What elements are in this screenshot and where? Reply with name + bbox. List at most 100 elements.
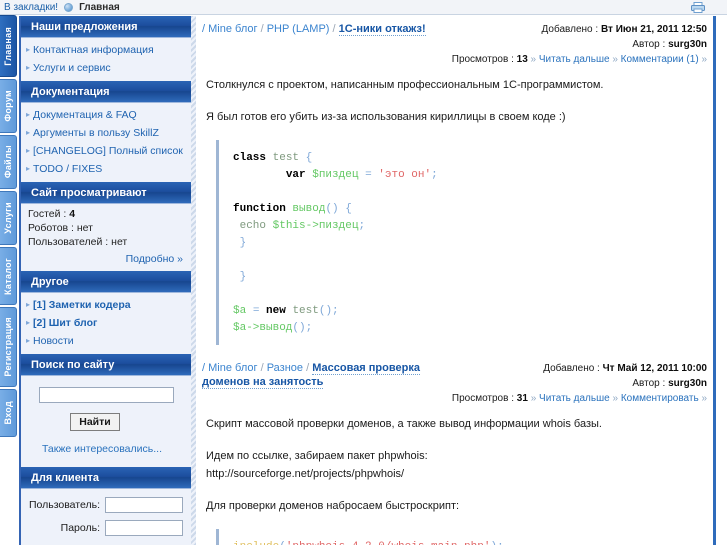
post-paragraph: Скрипт массовой проверки доменов, а такж… [206,418,602,430]
read-more-link[interactable]: Читать дальше [539,54,610,65]
vertical-tab-strip: Главная Форум Файлы Услуги Каталог Регис… [0,15,17,545]
sidebar-item-dokumentaciya-faq[interactable]: ▸ Документация & FAQ [21,106,191,124]
sidebar-item-novosti[interactable]: ▸ Новости [21,332,191,350]
meta-author-value: surg30n [668,39,707,50]
main-content: / Mine блог / PHP (LAMP) / 1С-ники откаж… [196,16,717,545]
stat-value: 4 [69,208,76,220]
panel-poisk-po-sajtu: Поиск по сайту Найти Также интересовалис… [21,354,191,467]
post-body: Столкнулся с проектом, написанным профес… [202,67,707,345]
panel-body: Пользователь: Пароль: [21,489,191,542]
sidebar-item-shit-blog[interactable]: ▸ [2] Шит блог [21,314,191,332]
vtab-glavnaya[interactable]: Главная [0,15,17,77]
bullet-icon: ▸ [26,146,31,155]
sidebar-item-uslugi-i-servis[interactable]: ▸ Услуги и сервис [21,59,191,77]
meta-author-label: Автор : [632,39,666,50]
vtab-fajly[interactable]: Файлы [0,135,17,189]
panel-title: Другое [21,271,191,293]
breadcrumb-category[interactable]: Разное [267,362,303,374]
meta-views-label: Просмотров : [451,54,514,65]
read-more-link[interactable]: Читать дальше [539,393,610,404]
breadcrumb: / Mine блог / Разное / Массовая проверка… [202,361,452,389]
bookmark-link[interactable]: В закладки! [4,2,58,13]
podrobno-link[interactable]: Подробно » [21,249,191,267]
meta-views-value: 31 [516,393,528,404]
search-box [21,379,191,407]
meta-views-row: Просмотров : 13 » Читать дальше » Коммен… [452,52,707,67]
sidebar-item-todo-fixes[interactable]: ▸ TODO / FIXES [21,160,191,178]
sidebar-item-zametki-kodera[interactable]: ▸ [1] Заметки кодера [21,296,191,314]
vtab-label: Регистрация [3,317,13,377]
panel-title: Документация [21,81,191,103]
bullet-icon: ▸ [26,300,31,309]
meta-author-row: Автор : surg30n [452,37,707,52]
also-interested-link[interactable]: Также интересовались... [21,435,191,463]
meta-added-label: Добавлено : [543,363,600,374]
breadcrumb-sep: / [332,23,336,35]
post-paragraph: Идем по ссылке, забираем пакет phpwhois:… [206,450,428,480]
sidebar-item-label: TODO / FIXES [33,163,103,175]
panel-sajt-prosmatrivayut: Сайт просматривают Гостей : 4 Роботов : … [21,182,191,271]
meta-sep: » [530,54,537,65]
home-link[interactable]: Главная [79,2,120,13]
sidebar-item-label: Услуги и сервис [33,62,111,74]
sidebar-item-label: [2] Шит блог [33,317,98,329]
breadcrumb-sep: / [260,362,264,374]
stat-value: нет [76,222,93,234]
bullet-icon: ▸ [26,318,31,327]
meta-views-row: Просмотров : 31 » Читать дальше » Коммен… [452,391,707,406]
breadcrumb-sep: / [306,362,310,374]
vtab-registraciya[interactable]: Регистрация [0,307,17,387]
meta-added-value: Чт Май 12, 2011 10:00 [602,363,707,374]
panel-title: Наши предложения [21,16,191,38]
panel-drugoe: Другое ▸ [1] Заметки кодера ▸ [2] Шит бл… [21,271,191,354]
sidebar-item-kontaktnaya-informaciya[interactable]: ▸ Контактная информация [21,41,191,59]
sidebar-item-label: [CHANGELOG] Полный список [33,145,183,157]
printer-icon[interactable] [691,2,705,13]
stat-label: Пользователей : [28,236,109,248]
vtab-uslugi[interactable]: Услуги [0,191,17,245]
meta-added-row: Добавлено : Чт Май 12, 2011 10:00 [452,361,707,376]
sidebar-item-label: Контактная информация [33,44,154,56]
post-meta: Добавлено : Чт Май 12, 2011 10:00 Автор … [452,361,707,406]
panel-dokumentaciya: Документация ▸ Документация & FAQ ▸ Аргу… [21,81,191,182]
search-input[interactable] [38,387,174,403]
post-paragraph: Я был готов его убить из-за использовани… [206,111,566,123]
password-field[interactable] [105,520,183,536]
breadcrumb-category[interactable]: PHP (LAMP) [267,23,330,35]
post-item: / Mine блог / Разное / Массовая проверка… [196,355,717,545]
search-submit-button[interactable]: Найти [70,413,120,431]
comments-link[interactable]: Комментировать [621,393,699,404]
bullet-icon: ▸ [26,164,31,173]
username-label: Пользователь: [28,499,100,511]
panel-body: ▸ [1] Заметки кодера ▸ [2] Шит блог ▸ Но… [21,293,191,354]
breadcrumb-current[interactable]: 1С-ники откажз! [338,23,426,36]
sidebar-item-label: Аргументы в пользу SkillZ [33,127,159,139]
password-row: Пароль: [21,515,191,538]
panel-nashi-predlozheniya: Наши предложения ▸ Контактная информация… [21,16,191,81]
vtab-label: Каталог [3,257,13,295]
username-field[interactable] [105,497,183,513]
meta-views-value: 13 [516,54,528,65]
sidebar-item-argumenty-skillz[interactable]: ▸ Аргументы в пользу SkillZ [21,124,191,142]
sidebar-item-changelog[interactable]: ▸ [CHANGELOG] Полный список [21,142,191,160]
username-row: Пользователь: [21,492,191,515]
vtab-katalog[interactable]: Каталог [0,247,17,305]
stat-value: нет [111,236,128,248]
vtab-forum[interactable]: Форум [0,79,17,133]
post-header: / Mine блог / Разное / Массовая проверка… [202,358,707,406]
meta-added-row: Добавлено : Вт Июн 21, 2011 12:50 [452,22,707,37]
meta-author-value: surg30n [668,378,707,389]
breadcrumb-root[interactable]: / Mine блог [202,362,258,374]
meta-added-value: Вт Июн 21, 2011 12:50 [600,24,707,35]
post-header: / Mine блог / PHP (LAMP) / 1С-ники откаж… [202,19,707,67]
comments-link[interactable]: Комментарии (1) [621,54,699,65]
breadcrumb-root[interactable]: / Mine блог [202,23,258,35]
stat-users: Пользователей : нет [21,235,191,249]
meta-views-label: Просмотров : [451,393,514,404]
sidebar-item-label: Новости [33,335,74,347]
breadcrumb-sep: / [260,23,264,35]
stat-robots: Роботов : нет [21,221,191,235]
sidebar-item-label: [1] Заметки кодера [33,299,131,311]
globe-icon [64,2,74,12]
vtab-vhod[interactable]: Вход [0,389,17,437]
